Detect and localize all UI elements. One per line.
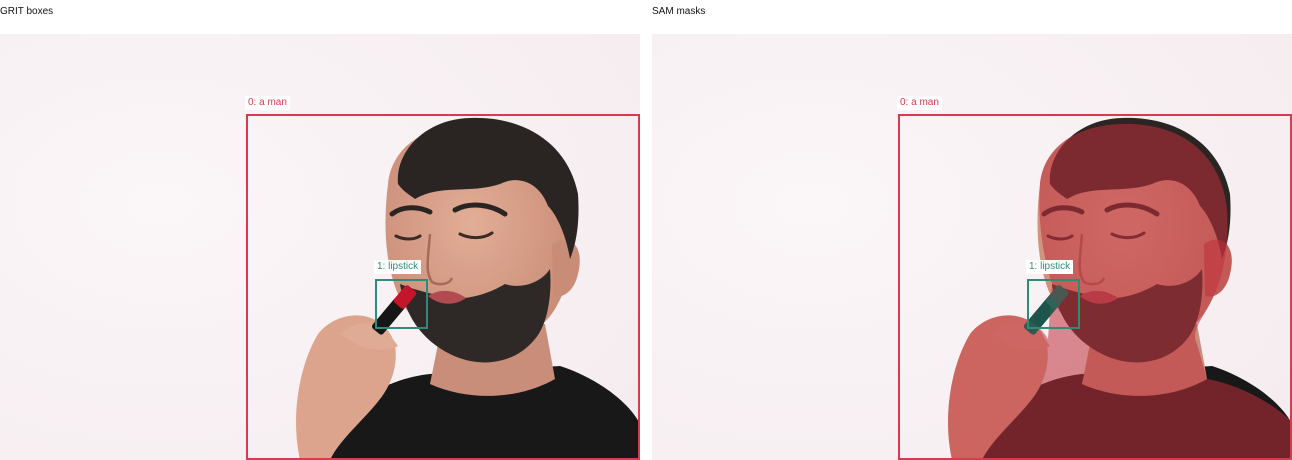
panel-title-grit: GRIT boxes [0,6,54,17]
box-label-lipstick: 1: lipstick [374,260,422,274]
box-a-man [898,114,1292,460]
box-a-man [246,114,640,460]
panel-title-sam: SAM masks [652,6,706,17]
box-lipstick [375,279,428,329]
box-lipstick [1027,279,1080,329]
box-label-a-man: 0: a man [897,96,942,110]
box-label-a-man: 0: a man [245,96,290,110]
grit-boxes-panel: 0: a man 1: lipstick [0,34,640,460]
box-label-lipstick: 1: lipstick [1026,260,1074,274]
sam-masks-panel: 0: a man 1: lipstick [652,34,1292,460]
